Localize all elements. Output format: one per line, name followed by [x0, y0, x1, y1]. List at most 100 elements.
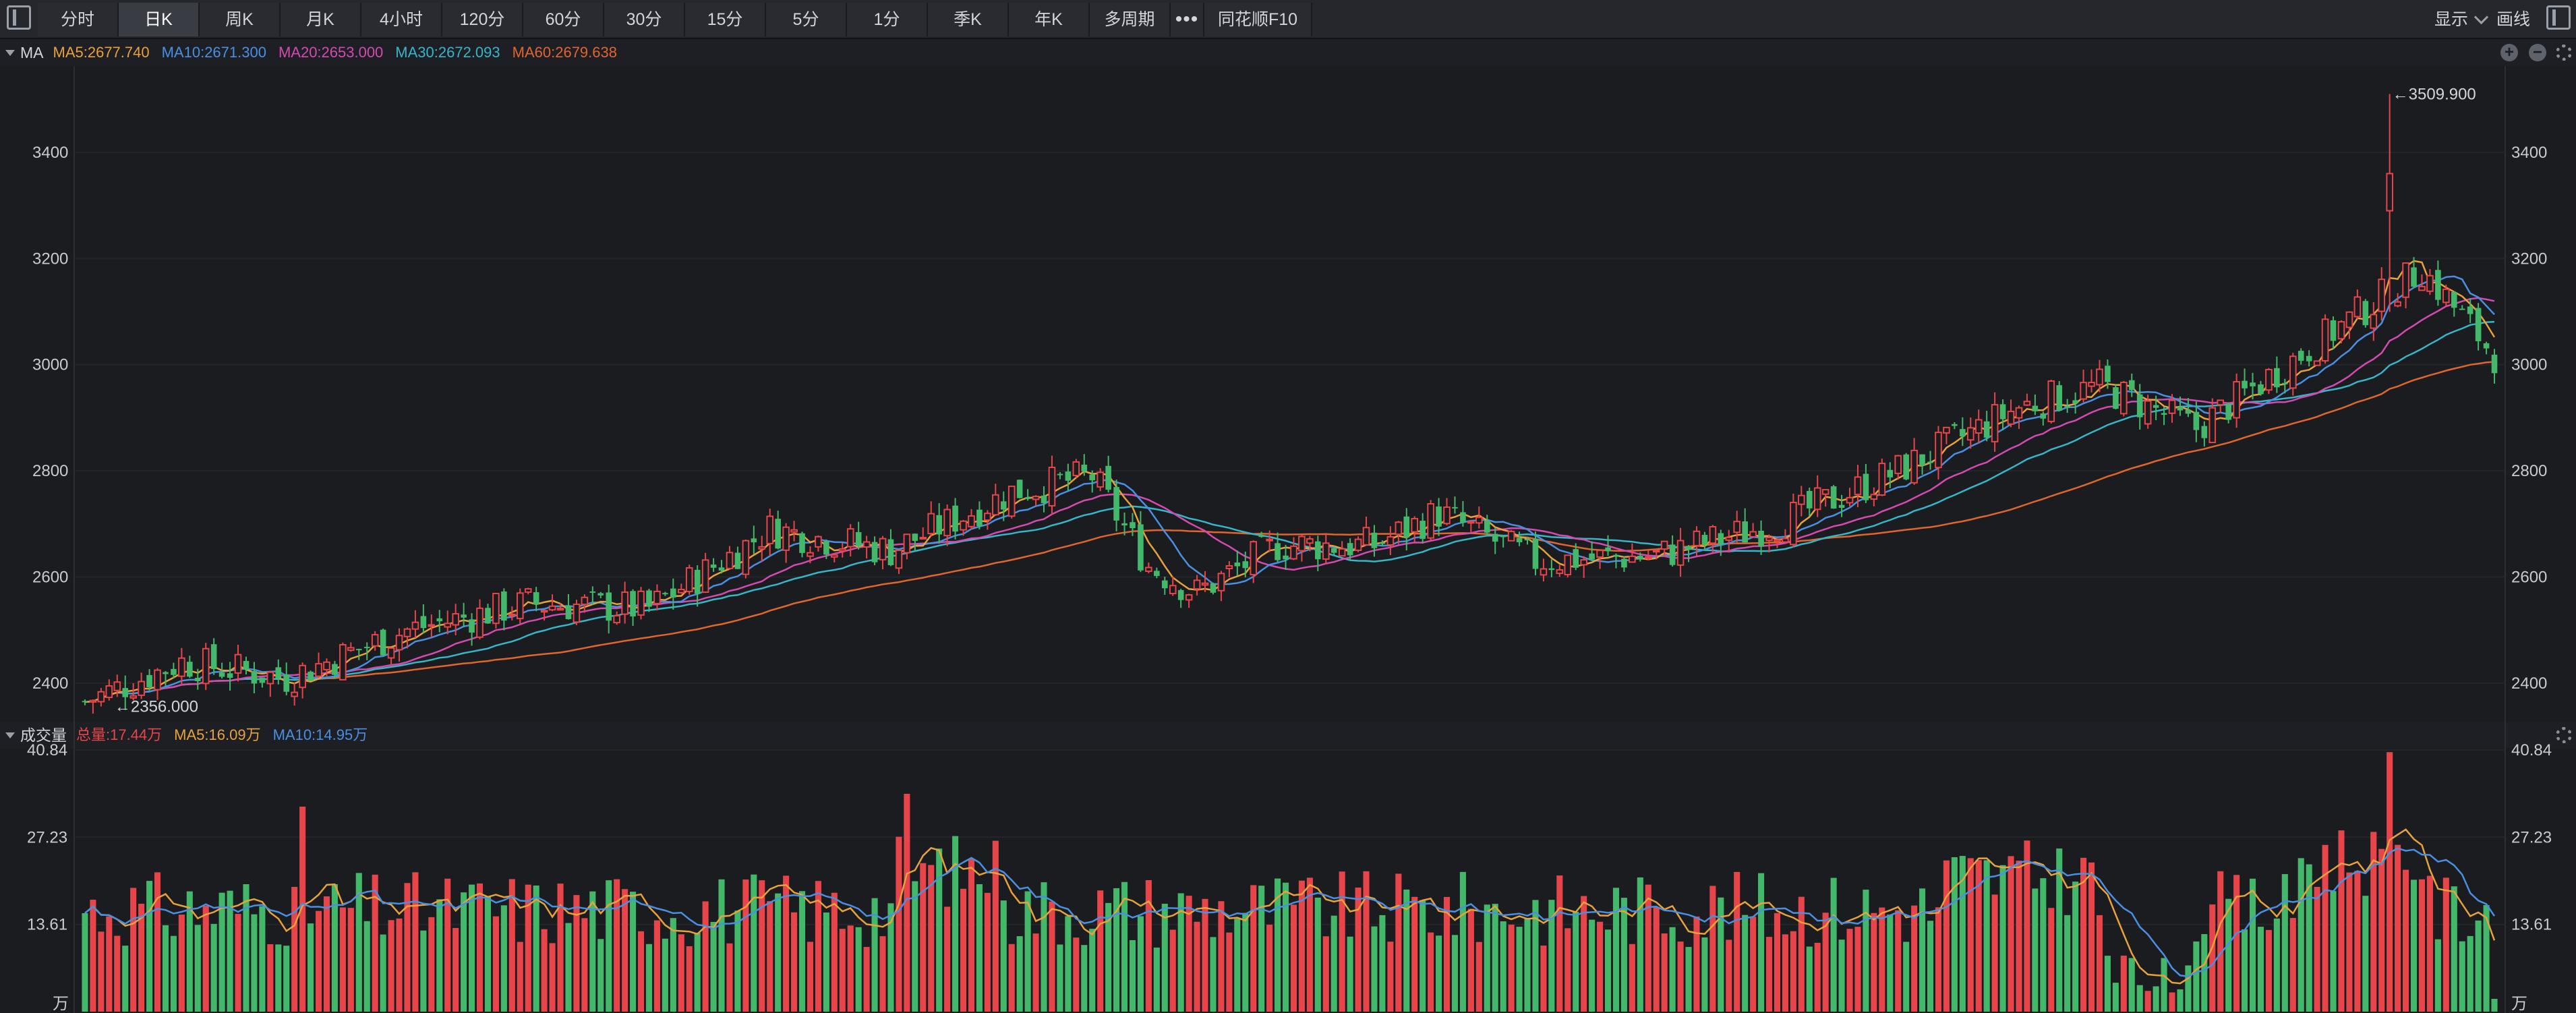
- volume-bar: [2265, 929, 2272, 1012]
- candle-body-down: [976, 509, 983, 527]
- candle-body-down: [2225, 403, 2231, 420]
- candle-body-down: [855, 532, 862, 546]
- candle-body-down: [1927, 461, 1933, 463]
- candle-body-up: [766, 515, 774, 544]
- volume-bar: [194, 925, 201, 1012]
- price-panel-bg: [0, 67, 2576, 720]
- candle-body-up: [2096, 368, 2103, 386]
- candle-body-down: [871, 542, 878, 562]
- volume-bar: [1854, 927, 1861, 1012]
- candle-body-down: [2064, 405, 2070, 407]
- candle-body-down: [2411, 267, 2417, 287]
- volume-bar: [2434, 939, 2441, 1012]
- volume-bar: [2185, 965, 2192, 1012]
- candle-body-down: [775, 519, 781, 549]
- volume-bar: [2378, 848, 2385, 1012]
- volume-bar: [2193, 941, 2200, 1012]
- candle-body-up: [1290, 545, 1297, 560]
- volume-bar: [1032, 933, 1039, 1012]
- candle-body-down: [2056, 385, 2063, 411]
- volume-bar: [1830, 877, 1837, 1012]
- kline-chart[interactable]: 2400 2400 2600 2600 2800 2800 3000 3000 3200 3200…: [0, 0, 2576, 1013]
- candle-body-down: [952, 505, 958, 532]
- volume-bar: [2273, 918, 2280, 1012]
- candle-body-down: [646, 590, 652, 607]
- volume-bar: [1049, 901, 1055, 1012]
- candle-body-down: [243, 660, 250, 670]
- candle-body-up: [113, 681, 121, 691]
- volume-bar: [751, 874, 757, 1012]
- volume-bar: [984, 892, 991, 1012]
- candle-body-up: [573, 603, 581, 623]
- candle-body-up: [1185, 594, 1193, 601]
- candle-body-down: [2201, 426, 2208, 438]
- candle-body-down: [2136, 394, 2143, 417]
- volume-bar: [855, 927, 862, 1012]
- volume-bar: [1718, 897, 1724, 1012]
- candle-body-up: [2208, 407, 2217, 444]
- candle-body-down: [1161, 580, 1168, 589]
- candle-body-up: [2426, 274, 2434, 292]
- candle-body-up: [1910, 449, 1918, 484]
- volume-bar: [2233, 875, 2240, 1012]
- volume-bar: [896, 836, 902, 1012]
- price-tick-label-left: 2800: [32, 462, 68, 480]
- volume-bar: [1395, 873, 1402, 1012]
- candle-body-up: [1765, 537, 1773, 542]
- candle-body-down: [1041, 495, 1047, 504]
- candle-body-down: [1283, 555, 1289, 560]
- volume-bar: [1765, 937, 1773, 1012]
- volume-bar: [1742, 915, 1749, 1012]
- volume-bar: [1347, 936, 1353, 1012]
- volume-bar: [1620, 898, 1627, 1012]
- candle-body-up: [1250, 541, 1258, 576]
- volume-bar: [1194, 921, 1200, 1012]
- candle-body-up: [637, 590, 645, 616]
- volume-bar: [1991, 894, 1998, 1012]
- volume-bar: [2201, 934, 2208, 1012]
- candle-body-up: [1338, 548, 1346, 557]
- volume-bar: [2008, 856, 2014, 1012]
- volume-bar: [952, 836, 959, 1012]
- volume-bar: [2169, 992, 2175, 1012]
- volume-bar: [1750, 917, 1757, 1012]
- candle-body-down: [1960, 429, 1966, 437]
- candle-body-down: [1637, 556, 1643, 560]
- volume-bar: [1919, 888, 1926, 1012]
- price-tick-label-right: 3200: [2511, 250, 2547, 268]
- volume-bar: [1734, 871, 1740, 1012]
- candle-body-down: [1371, 532, 1378, 548]
- volume-bar: [775, 893, 782, 1012]
- volume-bar: [606, 880, 612, 1012]
- volume-bar: [944, 906, 951, 1012]
- volume-bar: [1790, 931, 1796, 1012]
- candle-body-up: [1813, 487, 1821, 511]
- candle-body-down: [163, 672, 169, 674]
- volume-bar: [1661, 933, 1668, 1012]
- candle-body-up: [742, 540, 750, 575]
- candle-body-up: [1443, 506, 1451, 525]
- volume-bar: [1951, 857, 1958, 1012]
- volume-bar: [2128, 958, 2135, 1012]
- volume-bar: [1242, 913, 1249, 1012]
- candle-body-up: [1306, 538, 1314, 544]
- volume-bar: [920, 863, 927, 1012]
- volume-bar: [718, 879, 725, 1012]
- candle-body-down: [1669, 544, 1676, 565]
- candle-body-up: [1870, 494, 1878, 500]
- candle-body-up: [815, 536, 822, 548]
- candle-body-up: [2015, 407, 2023, 419]
- candle-body-down: [171, 668, 177, 675]
- candle-body-up: [1048, 467, 1056, 506]
- candle-body-up: [1072, 461, 1080, 477]
- volume-bar: [1524, 918, 1531, 1012]
- volume-bar: [581, 918, 588, 1012]
- volume-bar: [1339, 871, 1345, 1012]
- candle-body-down: [308, 671, 314, 681]
- candle-body-up: [411, 621, 419, 630]
- candle-body-up: [1201, 582, 1209, 586]
- volume-bar: [1306, 877, 1313, 1012]
- volume-bar: [1379, 915, 1386, 1012]
- candle-body-up: [387, 647, 395, 659]
- candle-body-down: [420, 616, 427, 629]
